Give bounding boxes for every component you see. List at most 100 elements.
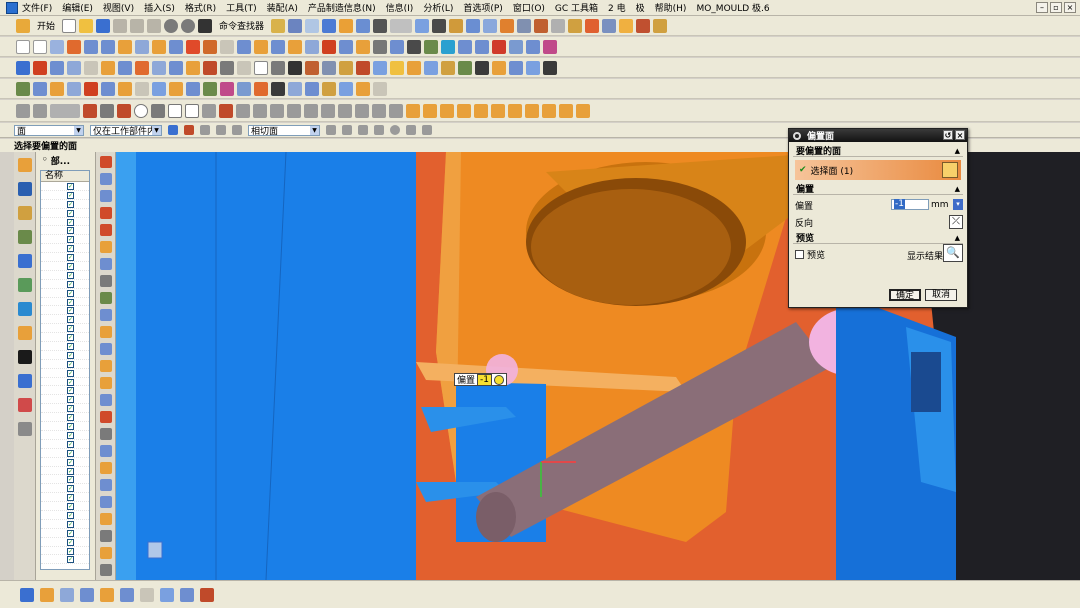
tree-row[interactable]: ✓: [41, 351, 89, 360]
groove-icon[interactable]: [203, 39, 217, 54]
part-navigator-icon[interactable]: [17, 206, 32, 220]
extrude-icon[interactable]: [84, 39, 98, 54]
name-column-header[interactable]: 名称: [41, 171, 89, 182]
sketch-icon[interactable]: [585, 18, 600, 33]
plus-icon[interactable]: [185, 103, 199, 118]
split-icon[interactable]: [424, 39, 438, 54]
display-combo-icon[interactable]: [390, 18, 413, 33]
boss-icon[interactable]: [135, 39, 149, 54]
select-face-row[interactable]: ✔ 选择面 (1): [795, 160, 961, 180]
tree-row[interactable]: ✓: [41, 520, 89, 529]
visibility-checkbox[interactable]: ✓: [67, 343, 74, 351]
calculator-icon[interactable]: [494, 374, 504, 385]
offset-sketch-icon[interactable]: [321, 103, 335, 118]
visibility-checkbox[interactable]: ✓: [67, 520, 74, 528]
body-icon-1[interactable]: [406, 103, 420, 118]
gear-icon[interactable]: [793, 131, 801, 140]
redo-icon[interactable]: [181, 18, 196, 33]
body-icon-8[interactable]: [525, 103, 539, 118]
tree-row[interactable]: ✓: [41, 333, 89, 343]
tube-icon[interactable]: [101, 60, 115, 75]
menu-file[interactable]: 文件(F): [22, 1, 52, 14]
rect2-icon[interactable]: [33, 39, 47, 54]
visibility-checkbox[interactable]: ✓: [67, 458, 74, 466]
core-icon[interactable]: [441, 60, 455, 75]
close-icon[interactable]: ×: [1064, 2, 1076, 13]
pan-icon[interactable]: [80, 587, 94, 602]
body-icon-9[interactable]: [542, 103, 556, 118]
tree-row[interactable]: ✓: [41, 395, 89, 405]
body-icon-11[interactable]: [576, 103, 590, 118]
save-icon[interactable]: [96, 18, 111, 33]
copy-icon[interactable]: [130, 18, 145, 33]
edit-display-icon[interactable]: [339, 81, 353, 96]
tree-row[interactable]: ✓: [41, 226, 89, 236]
parting-icon[interactable]: [424, 60, 438, 75]
zoom-icon[interactable]: [40, 587, 54, 602]
intersect-icon[interactable]: [254, 39, 268, 54]
bounded-plane-icon[interactable]: [169, 60, 183, 75]
spline-icon[interactable]: [517, 18, 532, 33]
palette-icon[interactable]: [17, 422, 32, 436]
hole-icon[interactable]: [118, 39, 132, 54]
type-filter-select[interactable]: 面 ▼: [14, 124, 84, 137]
trim-icon[interactable]: [534, 18, 549, 33]
delete-files-icon[interactable]: [99, 547, 112, 559]
show-result-button[interactable]: 🔍: [943, 244, 963, 262]
tree-row[interactable]: ✓: [41, 253, 89, 263]
command-finder-button[interactable]: 命令查找器: [219, 19, 264, 32]
layer-icon[interactable]: [373, 18, 388, 33]
reflect-icon[interactable]: [543, 39, 557, 54]
tree-row[interactable]: ✓: [41, 458, 89, 467]
menu-format[interactable]: 格式(R): [185, 1, 216, 14]
revolve-icon[interactable]: [101, 39, 115, 54]
visibility-checkbox[interactable]: ✓: [67, 476, 74, 484]
tree-row[interactable]: ✓: [41, 511, 89, 520]
sub-insert-icon[interactable]: [99, 343, 112, 355]
sketch-task-icon[interactable]: [16, 103, 30, 118]
highlight-icon[interactable]: [390, 60, 404, 75]
body-icon-5[interactable]: [474, 103, 488, 118]
tree-row[interactable]: ✓: [41, 271, 89, 280]
translucency-icon[interactable]: [322, 81, 336, 96]
tree-row[interactable]: ✓: [41, 315, 89, 325]
offset-group-header[interactable]: 偏置 ▲: [793, 183, 963, 195]
tree-row[interactable]: ✓: [41, 244, 89, 254]
dimension-icon[interactable]: [287, 103, 301, 118]
sew-icon[interactable]: [186, 60, 200, 75]
visibility-checkbox[interactable]: ✓: [67, 289, 74, 297]
text-icon[interactable]: [288, 60, 302, 75]
studio-icon[interactable]: [152, 60, 166, 75]
visibility-checkbox[interactable]: ✓: [67, 191, 74, 199]
deselect-icon[interactable]: [216, 125, 226, 135]
visibility-checkbox[interactable]: ✓: [67, 494, 74, 502]
tree-row[interactable]: ✓: [41, 306, 89, 316]
body-icon-3[interactable]: [440, 103, 454, 118]
unused-parts-icon[interactable]: [99, 530, 112, 542]
corner-icon[interactable]: [253, 103, 267, 118]
menu-view[interactable]: 视图(V): [103, 1, 134, 14]
tree-row[interactable]: ✓: [41, 547, 89, 556]
tree-row[interactable]: ✓: [41, 502, 89, 511]
finish-sketch-icon[interactable]: [33, 103, 47, 118]
body-icon-10[interactable]: [559, 103, 573, 118]
drawing-icon[interactable]: [99, 479, 112, 491]
rectangle-icon[interactable]: [16, 39, 30, 54]
patch-icon[interactable]: [441, 39, 455, 54]
curvature-icon[interactable]: [50, 81, 64, 96]
mold-base-icon[interactable]: [99, 275, 112, 287]
visibility-checkbox[interactable]: ✓: [67, 325, 74, 333]
cut-icon[interactable]: [113, 18, 128, 33]
line-sketch-icon[interactable]: [100, 103, 114, 118]
menu-assembly[interactable]: 装配(A): [267, 1, 298, 14]
visibility-checkbox[interactable]: ✓: [67, 280, 74, 288]
menu-mold-wizard[interactable]: MO_MOULD 极.6: [696, 1, 769, 14]
visibility-checkbox[interactable]: ✓: [67, 440, 74, 448]
visibility-checkbox[interactable]: ✓: [67, 236, 74, 244]
menu-electrode[interactable]: 2 电: [608, 1, 626, 14]
blend-icon[interactable]: [271, 39, 285, 54]
body-icon-4[interactable]: [457, 103, 471, 118]
copy-face-icon[interactable]: [526, 39, 540, 54]
pad-icon[interactable]: [152, 39, 166, 54]
hide-icon[interactable]: [271, 81, 285, 96]
